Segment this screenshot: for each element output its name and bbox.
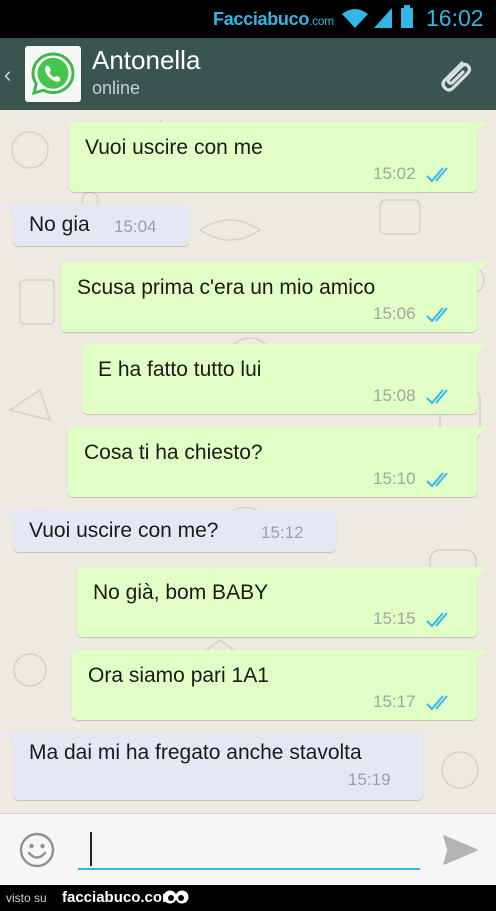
message-text: Cosa ti ha chiesto? (84, 441, 263, 464)
wifi-icon (342, 9, 368, 28)
chat-header: ‹ Antonella online (0, 38, 496, 113)
double-check-read-icon (426, 612, 448, 628)
avatar[interactable] (25, 46, 81, 102)
message-input[interactable] (78, 826, 420, 870)
message-text: Ma dai mi ha fregato anche stavolta (29, 741, 362, 764)
message-bubble-incoming[interactable]: No gia 15:04 (3, 204, 189, 246)
message-text: No gia (29, 213, 90, 236)
message-bubble-incoming[interactable]: Ma dai mi ha fregato anche stavolta 15:1… (3, 732, 423, 800)
double-check-read-icon (426, 167, 448, 183)
message-bubble-outgoing[interactable]: No già, bom BABY 15:15 (77, 567, 487, 637)
contact-name[interactable]: Antonella (92, 45, 200, 76)
send-icon[interactable] (440, 832, 480, 868)
message-text: E ha fatto tutto lui (98, 358, 262, 381)
message-bubble-outgoing[interactable]: E ha fatto tutto lui 15:08 (82, 344, 487, 414)
message-time: 15:04 (114, 217, 157, 236)
watermark: Facciabuco.com (213, 9, 334, 30)
emoji-icon[interactable] (18, 831, 56, 869)
message-text: Ora siamo pari 1A1 (88, 664, 269, 687)
status-time: 16:02 (426, 5, 484, 31)
message-time: 15:06 (373, 304, 416, 323)
message-text: Vuoi uscire con me (85, 136, 263, 159)
message-time: 15:17 (373, 692, 416, 711)
composer-bar (0, 813, 496, 886)
paperclip-icon[interactable] (432, 54, 476, 98)
message-bubble-outgoing[interactable]: Vuoi uscire con me 15:02 (69, 122, 487, 192)
message-time: 15:19 (348, 770, 391, 789)
message-text: Vuoi uscire con me? (29, 519, 219, 542)
status-bar: Facciabuco.com 16:02 (0, 0, 496, 38)
footer-site: facciabuco.com (62, 889, 176, 906)
message-time: 15:02 (373, 164, 416, 183)
watermark-text: Facciabuco (213, 9, 310, 29)
footer-visto: visto su (6, 891, 47, 905)
contact-status: online (92, 78, 141, 98)
message-bubble-outgoing[interactable]: Cosa ti ha chiesto? 15:10 (68, 427, 487, 497)
message-time: 15:12 (261, 523, 304, 542)
double-check-read-icon (426, 307, 448, 323)
message-bubble-incoming[interactable]: Vuoi uscire con me? 15:12 (3, 510, 336, 552)
message-bubble-outgoing[interactable]: Scusa prima c'era un mio amico 15:06 (61, 262, 487, 332)
message-bubble-outgoing[interactable]: Ora siamo pari 1A1 15:17 (72, 650, 487, 720)
back-chevron-icon[interactable]: ‹ (4, 62, 11, 88)
message-list[interactable]: Vuoi uscire con me 15:02 No gia 15:04 Sc… (0, 110, 496, 813)
message-time: 15:15 (373, 609, 416, 628)
message-time: 15:08 (373, 386, 416, 405)
watermark-footer: visto su facciabuco.com (0, 885, 496, 911)
watermark-suffix: .com (309, 14, 334, 28)
eyes-logo-icon (163, 890, 189, 904)
double-check-read-icon (426, 389, 448, 405)
message-text: No già, bom BABY (93, 581, 269, 604)
double-check-read-icon (426, 695, 448, 711)
whatsapp-avatar-icon (31, 52, 75, 96)
text-cursor (90, 832, 92, 866)
double-check-read-icon (426, 472, 448, 488)
signal-icon (374, 8, 392, 28)
battery-icon (401, 5, 413, 28)
message-text: Scusa prima c'era un mio amico (77, 276, 376, 299)
message-time: 15:10 (373, 469, 416, 488)
